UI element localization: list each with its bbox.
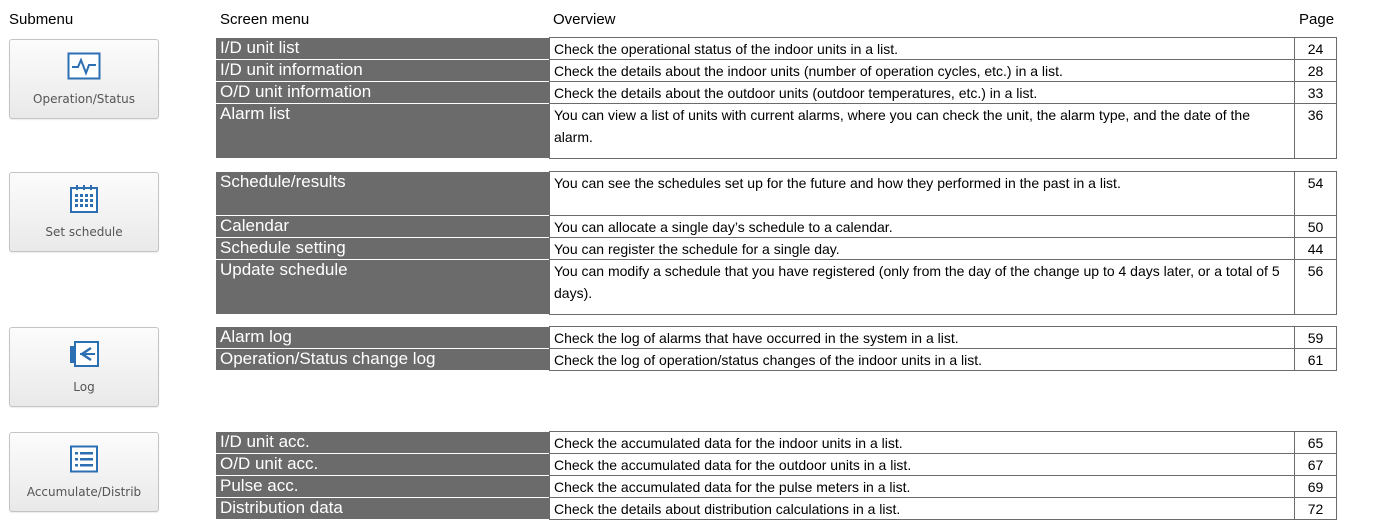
table-row: O/D unit acc. Check the accumulated data… [216, 453, 1337, 476]
page-cell: 65 [1294, 431, 1337, 454]
pulse-icon [67, 52, 101, 80]
list-icon [70, 445, 98, 473]
overview-cell: You can see the schedules set up for the… [549, 171, 1294, 216]
overview-cell: Check the accumulated data for the outdo… [549, 453, 1294, 476]
screen-menu-cell[interactable]: Pulse acc. [216, 476, 549, 498]
screen-menu-cell[interactable]: Schedule/results [216, 172, 549, 216]
page-cell: 36 [1294, 103, 1337, 159]
page-cell: 61 [1294, 348, 1337, 371]
overview-cell: You can register the schedule for a sing… [549, 237, 1294, 260]
screen-menu-cell[interactable]: I/D unit list [216, 38, 549, 60]
screen-menu-cell[interactable]: I/D unit information [216, 60, 549, 82]
screen-menu-cell[interactable]: Update schedule [216, 260, 549, 315]
table-row: Operation/Status change log Check the lo… [216, 348, 1337, 371]
table-row: Alarm log Check the log of alarms that h… [216, 326, 1337, 349]
overview-cell: You can modify a schedule that you have … [549, 259, 1294, 315]
table-row: Update schedule You can modify a schedul… [216, 259, 1337, 315]
overview-cell: Check the log of operation/status change… [549, 348, 1294, 371]
screen-menu-cell[interactable]: Distribution data [216, 498, 549, 520]
overview-cell: Check the operational status of the indo… [549, 37, 1294, 60]
table-row: Schedule setting You can register the sc… [216, 237, 1337, 260]
screen-menu-cell[interactable]: I/D unit acc. [216, 432, 549, 454]
log-label: Log [73, 380, 95, 394]
screen-menu-cell[interactable]: O/D unit information [216, 82, 549, 104]
calendar-icon [70, 185, 98, 213]
table-row: Pulse acc. Check the accumulated data fo… [216, 475, 1337, 498]
page-cell: 33 [1294, 81, 1337, 104]
screen-menu-cell[interactable]: Alarm log [216, 327, 549, 349]
log-button[interactable]: Log [9, 327, 159, 407]
submenu-header: Submenu [9, 11, 74, 28]
screen-menu-cell[interactable]: O/D unit acc. [216, 454, 549, 476]
table-row: O/D unit information Check the details a… [216, 81, 1337, 104]
page-cell: 69 [1294, 475, 1337, 498]
accumulate-distrib-label: Accumulate/Distrib [26, 485, 142, 499]
page-cell: 56 [1294, 259, 1337, 315]
overview-cell: Check the details about the outdoor unit… [549, 81, 1294, 104]
page-cell: 24 [1294, 37, 1337, 60]
table-row: Schedule/results You can see the schedul… [216, 171, 1337, 216]
page-cell: 44 [1294, 237, 1337, 260]
table-row: Alarm list You can view a list of units … [216, 103, 1337, 159]
screen-menu-cell[interactable]: Alarm list [216, 104, 549, 159]
table-row: I/D unit information Check the details a… [216, 59, 1337, 82]
table-row: I/D unit list Check the operational stat… [216, 37, 1337, 60]
page-cell: 59 [1294, 326, 1337, 349]
operation-status-button[interactable]: Operation/Status [9, 39, 159, 119]
table-row: Distribution data Check the details abou… [216, 497, 1337, 520]
screen-menu-header: Screen menu [220, 11, 310, 28]
log-icon [70, 341, 99, 367]
operation-status-label: Operation/Status [33, 92, 135, 106]
accumulate-distrib-button[interactable]: Accumulate/Distrib [9, 432, 159, 512]
overview-cell: Check the log of alarms that have occurr… [549, 326, 1294, 349]
overview-cell: Check the accumulated data for the pulse… [549, 475, 1294, 498]
page-header: Page [1299, 11, 1335, 28]
page-cell: 72 [1294, 497, 1337, 520]
overview-header: Overview [553, 11, 616, 28]
screen-menu-cell[interactable]: Operation/Status change log [216, 349, 549, 371]
overview-cell: Check the details about distribution cal… [549, 497, 1294, 520]
overview-cell: Check the accumulated data for the indoo… [549, 431, 1294, 454]
overview-cell: You can allocate a single day’s schedule… [549, 215, 1294, 238]
table-row: Calendar You can allocate a single day’s… [216, 215, 1337, 238]
screen-menu-cell[interactable]: Calendar [216, 216, 549, 238]
page-cell: 67 [1294, 453, 1337, 476]
set-schedule-label: Set schedule [45, 225, 123, 239]
overview-cell: You can view a list of units with curren… [549, 103, 1294, 159]
overview-cell: Check the details about the indoor units… [549, 59, 1294, 82]
page-cell: 28 [1294, 59, 1337, 82]
set-schedule-button[interactable]: Set schedule [9, 172, 159, 252]
screen-menu-cell[interactable]: Schedule setting [216, 238, 549, 260]
page-cell: 54 [1294, 171, 1337, 216]
table-row: I/D unit acc. Check the accumulated data… [216, 431, 1337, 454]
page-cell: 50 [1294, 215, 1337, 238]
